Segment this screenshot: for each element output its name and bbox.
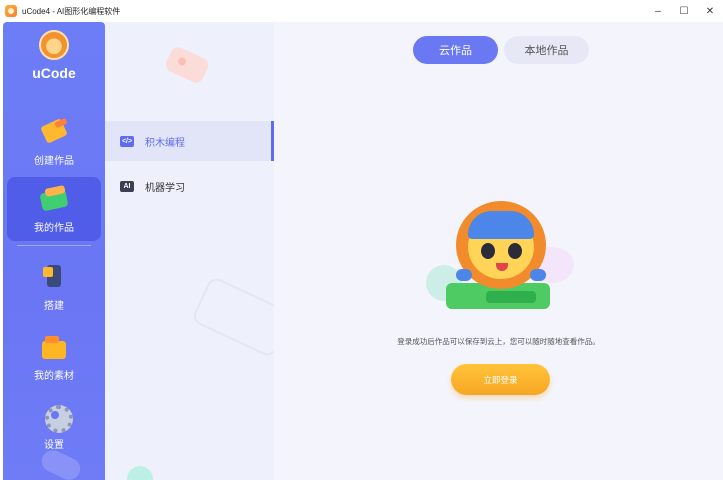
brand-name: uCode — [32, 65, 76, 81]
works-tabs: 云作品 本地作品 — [413, 36, 589, 64]
assets-icon — [37, 333, 71, 361]
nav-item-my-works[interactable]: 我的作品 — [7, 177, 101, 241]
nav-divider — [17, 245, 91, 246]
nav-item-label: 搭建 — [44, 301, 64, 312]
title-bar: uCode4 - AI图形化编程软件 – ☐ ✕ — [0, 0, 723, 22]
lion-logo-icon — [39, 30, 69, 60]
ai-icon: AI — [120, 180, 134, 192]
category-machine-learning[interactable]: AI 机器学习 — [105, 166, 274, 206]
window-controls: – ☐ ✕ — [645, 0, 723, 22]
tab-local-works[interactable]: 本地作品 — [504, 36, 589, 64]
brand: uCode — [3, 30, 105, 81]
maximize-button[interactable]: ☐ — [671, 0, 697, 22]
lion-mascot-illustration — [426, 197, 574, 312]
category-label: 机器学习 — [145, 182, 185, 194]
app-logo-icon — [5, 5, 17, 17]
login-prompt-text: 登录成功后作品可以保存到云上，您可以随时随地查看作品。 — [397, 337, 600, 346]
login-button[interactable]: 立即登录 — [451, 364, 550, 395]
decorative-block — [163, 44, 211, 86]
nav-item-label: 创建作品 — [34, 156, 74, 167]
left-nav: uCode 创建作品 我的作品 搭建 我的素材 设置 — [0, 22, 105, 480]
nav-item-label: 我的素材 — [34, 371, 74, 382]
window-title: uCode4 - AI图形化编程软件 — [22, 6, 121, 16]
main-content: 云作品 本地作品 登录成功后作品可以保存到云上，您可以随时随地查看作品。 立即登… — [274, 22, 723, 480]
decorative-circle — [127, 466, 153, 480]
nav-item-build[interactable]: 搭建 — [7, 255, 101, 319]
close-button[interactable]: ✕ — [697, 0, 723, 22]
category-label: 积木编程 — [145, 137, 185, 149]
my-works-icon — [37, 185, 71, 213]
category-panel: </> 积木编程 AI 机器学习 — [105, 22, 274, 480]
nav-item-label: 设置 — [44, 440, 64, 451]
nav-item-label: 我的作品 — [34, 223, 74, 234]
code-icon: </> — [120, 135, 134, 147]
left-nav-panel: uCode 创建作品 我的作品 搭建 我的素材 设置 — [3, 22, 105, 480]
nav-item-settings[interactable]: 设置 — [7, 394, 101, 458]
tab-cloud-works[interactable]: 云作品 — [413, 36, 498, 64]
build-icon — [37, 263, 71, 291]
create-icon — [37, 118, 71, 146]
gear-icon — [37, 402, 73, 433]
category-block-coding[interactable]: </> 积木编程 — [105, 121, 274, 161]
nav-item-assets[interactable]: 我的素材 — [7, 325, 101, 389]
decorative-outline — [190, 275, 274, 359]
minimize-button[interactable]: – — [645, 0, 671, 22]
nav-item-create[interactable]: 创建作品 — [7, 110, 101, 174]
